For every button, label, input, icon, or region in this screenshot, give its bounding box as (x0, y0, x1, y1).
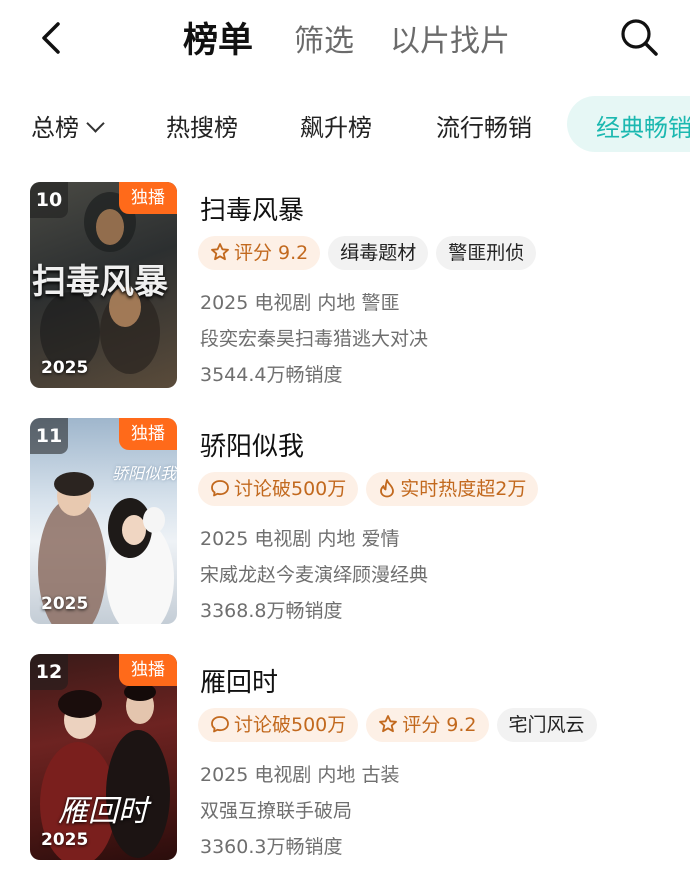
poster-title-art: 骄阳似我 (112, 464, 177, 483)
exclusive-badge: 独播 (119, 182, 177, 214)
back-arrow-icon[interactable] (36, 18, 70, 58)
item-meta: 2025 电视剧 内地 古装 (200, 764, 400, 786)
item-title[interactable]: 扫毒风暴 (200, 190, 304, 227)
category-classic-bestseller[interactable]: 经典畅销 (567, 96, 690, 152)
item-description: 双强互撩联手破局 (200, 800, 353, 822)
list-item[interactable]: 雁回时 12 独播 2025 雁回时 讨论破500万 评分 9.2 宅门风云 2… (0, 654, 690, 866)
item-sales: 3360.3万畅销度 (200, 836, 343, 858)
rank-badge: 11 (30, 418, 68, 454)
category-classic-label: 经典畅销 (596, 114, 690, 142)
rank-badge: 10 (30, 182, 68, 218)
category-overall[interactable]: 总榜 (31, 108, 105, 143)
item-description: 段奕宏秦昊扫毒猎逃大对决 (200, 328, 429, 350)
item-title[interactable]: 骄阳似我 (200, 426, 304, 463)
rank-badge: 12 (30, 654, 68, 690)
item-title[interactable]: 雁回时 (200, 662, 278, 699)
poster-title-art: 雁回时 (58, 794, 148, 829)
tab-find-similar[interactable]: 以片找片 (390, 16, 510, 60)
exclusive-badge: 独播 (119, 418, 177, 450)
category-hot-search[interactable]: 热搜榜 (166, 108, 238, 143)
poster-image[interactable]: 骄阳似我 11 独播 2025 (30, 418, 177, 624)
item-sales: 3368.8万畅销度 (200, 600, 343, 622)
category-rising[interactable]: 飙升榜 (300, 108, 372, 143)
heat-text: 实时热度超2万 (400, 478, 527, 500)
flame-icon (380, 478, 395, 497)
discussion-text: 讨论破500万 (234, 714, 347, 736)
rating-tag: 评分 9.2 (198, 236, 321, 270)
poster-title-art: 扫毒风暴 (32, 262, 168, 302)
category-tabs: 总榜 热搜榜 飙升榜 流行畅销 经典畅销 (0, 96, 690, 156)
poster-image[interactable]: 扫毒风暴 10 独播 2025 (30, 182, 177, 388)
item-meta: 2025 电视剧 内地 警匪 (200, 292, 400, 314)
discussion-text: 讨论破500万 (234, 478, 347, 500)
category-overall-label: 总榜 (31, 114, 79, 142)
heat-tag: 实时热度超2万 (366, 472, 539, 506)
poster-year: 2025 (41, 358, 89, 378)
poster-image[interactable]: 雁回时 12 独播 2025 (30, 654, 177, 860)
discussion-tag: 讨论破500万 (198, 708, 359, 742)
comment-icon (211, 715, 229, 732)
item-description: 宋威龙赵今麦演绎顾漫经典 (200, 564, 429, 586)
tab-filter[interactable]: 筛选 (294, 16, 354, 60)
genre-tag: 缉毒题材 (328, 236, 429, 270)
tab-ranking[interactable]: 榜单 (183, 12, 253, 63)
search-icon[interactable] (618, 16, 660, 58)
discussion-tag: 讨论破500万 (198, 472, 359, 506)
genre-tag: 警匪刑侦 (436, 236, 537, 270)
tag-row: 讨论破500万 实时热度超2万 (198, 472, 546, 506)
tag-row: 评分 9.2 缉毒题材 警匪刑侦 (198, 236, 544, 270)
star-icon (379, 714, 398, 732)
star-icon (211, 242, 229, 260)
list-item[interactable]: 骄阳似我 11 独播 2025 骄阳似我 讨论破500万 实时热度超2万 202… (0, 418, 690, 630)
poster-year: 2025 (41, 594, 89, 614)
category-popular-bestseller[interactable]: 流行畅销 (436, 108, 532, 143)
rating-tag: 评分 9.2 (366, 708, 489, 742)
chevron-down-icon (86, 114, 105, 133)
item-sales: 3544.4万畅销度 (200, 364, 343, 386)
poster-year: 2025 (41, 830, 89, 850)
rating-text: 评分 9.2 (402, 714, 477, 736)
item-meta: 2025 电视剧 内地 爱情 (200, 528, 400, 550)
top-navigation: 榜单 筛选 以片找片 (0, 0, 690, 80)
exclusive-badge: 独播 (119, 654, 177, 686)
genre-tag: 宅门风云 (496, 708, 597, 742)
tag-row: 讨论破500万 评分 9.2 宅门风云 (198, 708, 605, 742)
rating-text: 评分 9.2 (234, 242, 309, 264)
comment-icon (211, 479, 229, 496)
list-item[interactable]: 扫毒风暴 10 独播 2025 扫毒风暴 评分 9.2 缉毒题材 警匪刑侦 202… (0, 182, 690, 394)
